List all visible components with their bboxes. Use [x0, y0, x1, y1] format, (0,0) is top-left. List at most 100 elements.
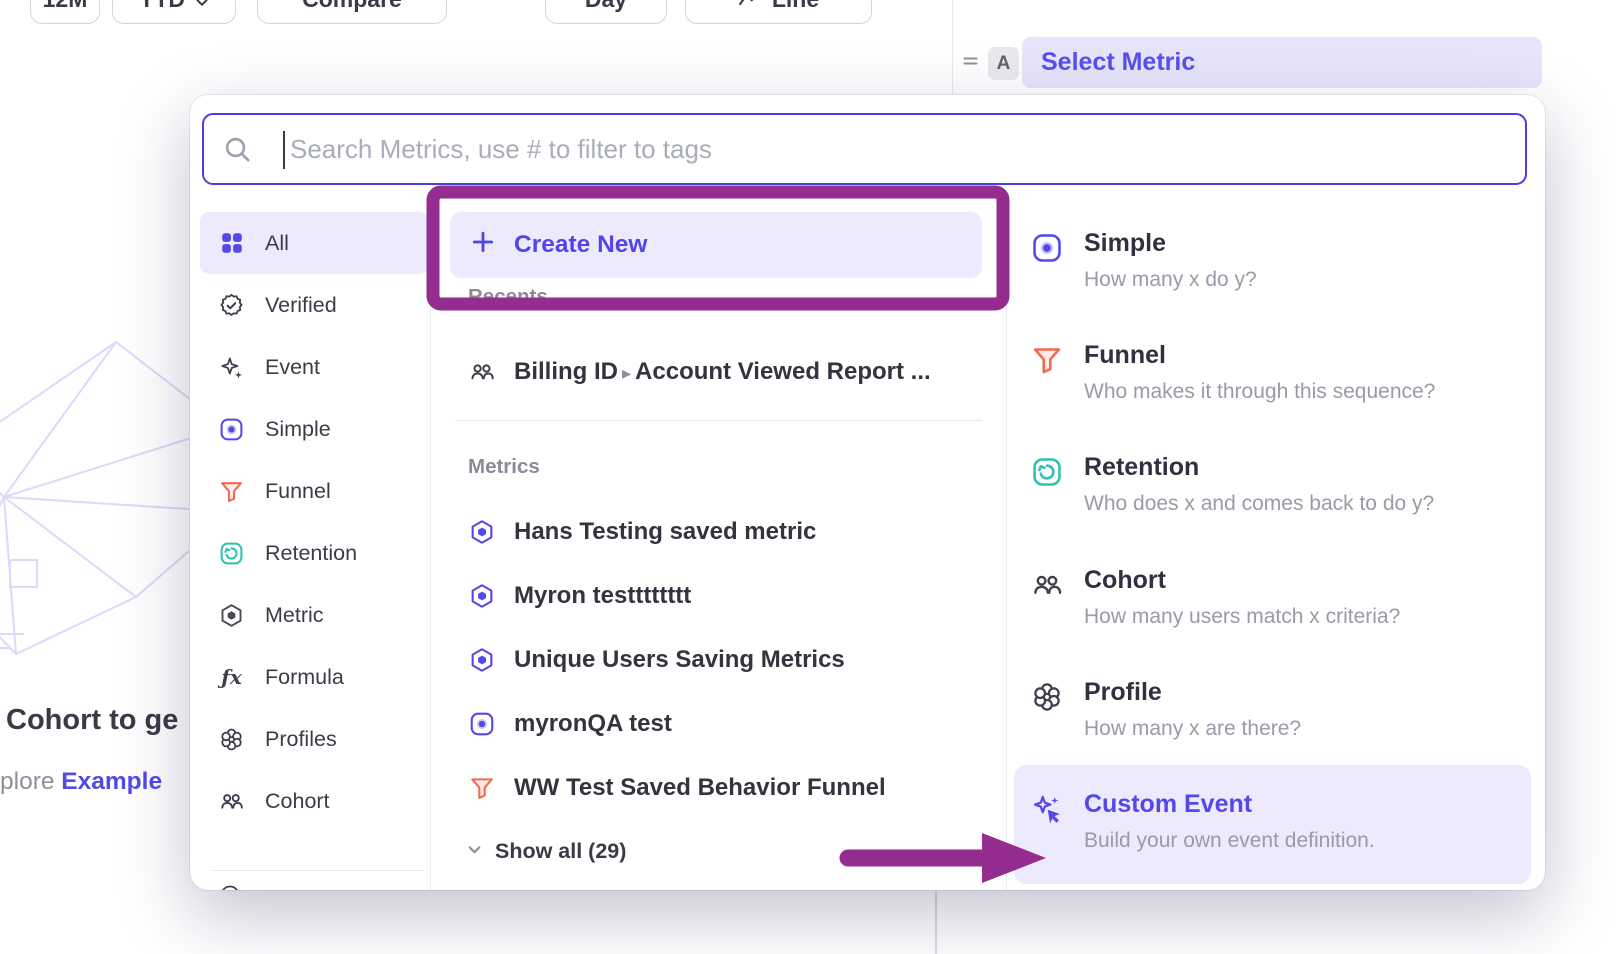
type-title: Retention: [1084, 452, 1434, 482]
metric-list-item[interactable]: Unique Users Saving Metrics: [468, 630, 845, 690]
create-new-button[interactable]: Create New: [450, 212, 982, 278]
sidebar-item-cohort[interactable]: Cohort: [200, 770, 428, 832]
metric-item-label: Hans Testing saved metric: [514, 518, 816, 546]
funnel-icon: [1029, 342, 1065, 378]
compare-label: Compare: [302, 0, 402, 13]
sidebar-item-formula[interactable]: ƒx Formula: [200, 646, 428, 708]
range-12m-button[interactable]: 12M: [30, 0, 100, 24]
profiles-flower-icon: [1029, 679, 1065, 715]
sidebar-item-retention[interactable]: Retention: [200, 522, 428, 584]
drag-handle-icon[interactable]: [962, 52, 980, 75]
plus-icon: [470, 229, 496, 262]
hexagon-metric-icon: [218, 602, 245, 629]
funnel-icon: [218, 478, 245, 505]
type-title: Custom Event: [1084, 789, 1375, 819]
example-link[interactable]: Example: [61, 768, 162, 795]
retention-icon: [218, 540, 245, 567]
metric-list-item[interactable]: Hans Testing saved metric: [468, 502, 816, 562]
type-title: Simple: [1084, 228, 1257, 258]
sidebar-item-label: Retention: [265, 541, 357, 566]
sidebar-item-metric[interactable]: Metric: [200, 584, 428, 646]
column-divider: [1006, 212, 1007, 890]
grid-icon: [218, 230, 245, 257]
type-description: Who does x and comes back to do y?: [1084, 491, 1434, 516]
hexagon-metric-icon: [468, 582, 496, 610]
cohort-people-icon: [218, 788, 245, 815]
metric-row-badge-label: A: [997, 53, 1011, 75]
interval-label: Day: [585, 0, 627, 13]
metric-row-badge: A: [988, 47, 1019, 80]
recent-item[interactable]: Billing ID▸Account Viewed Report ...: [468, 342, 931, 402]
type-option-funnel[interactable]: Funnel Who makes it through this sequenc…: [1029, 340, 1509, 404]
type-title: Cohort: [1084, 565, 1400, 595]
metric-list-item[interactable]: WW Test Saved Behavior Funnel: [468, 758, 886, 818]
app-screen: 12M YTD Compare Day Line A Select Metric…: [0, 0, 1616, 954]
interval-day-button[interactable]: Day: [545, 0, 667, 24]
sidebar-item-label: Event: [265, 355, 320, 380]
type-description: Build your own event definition.: [1084, 828, 1375, 853]
cohort-people-icon: [1029, 567, 1065, 603]
range-12m-label: 12M: [43, 0, 88, 13]
type-title: Funnel: [1084, 340, 1435, 370]
type-title: Profile: [1084, 677, 1301, 707]
type-description: Who makes it through this sequence?: [1084, 379, 1435, 404]
cohort-people-icon: [468, 358, 496, 386]
list-divider: [455, 420, 982, 421]
sidebar-item-label: Verified: [265, 293, 337, 318]
select-metric-label: Select Metric: [1041, 48, 1195, 77]
show-all-label: Show all (29): [495, 839, 626, 864]
text-caret: [283, 131, 285, 169]
metric-item-label: Unique Users Saving Metrics: [514, 646, 845, 674]
simple-metric-icon: [218, 416, 245, 443]
sidebar-item-simple[interactable]: Simple: [200, 398, 428, 460]
sidebar-item-label: Formula: [265, 665, 344, 690]
simple-metric-icon: [468, 710, 496, 738]
recents-header: Recents: [468, 285, 548, 309]
search-box: [202, 113, 1527, 185]
metric-item-label: myronQA test: [514, 710, 672, 738]
panel-divider: [952, 0, 953, 95]
sidebar-item-label: Cohort: [265, 789, 330, 814]
chart-type-label: Line: [772, 0, 819, 13]
show-all-toggle[interactable]: Show all (29): [466, 835, 626, 867]
empty-state-headline: Cohort to ge: [6, 704, 178, 737]
chart-type-line-button[interactable]: Line: [685, 0, 872, 24]
profiles-flower-icon: [218, 726, 245, 753]
range-ytd-button[interactable]: YTD: [112, 0, 236, 24]
sidebar-item-label: Profiles: [265, 727, 337, 752]
type-description: How many users match x criteria?: [1084, 604, 1400, 629]
type-option-simple[interactable]: Simple How many x do y?: [1029, 228, 1509, 292]
type-option-cohort[interactable]: Cohort How many users match x criteria?: [1029, 565, 1509, 629]
type-option-custom-event[interactable]: Custom Event Build your own event defini…: [1029, 789, 1509, 853]
empty-state-subline-text: plore: [0, 768, 61, 795]
range-ytd-label: YTD: [139, 0, 185, 13]
custom-event-sparkle-icon: [1029, 791, 1065, 827]
recent-item-label: Billing ID▸Account Viewed Report ...: [514, 358, 931, 386]
metric-list-item[interactable]: myronQA test: [468, 694, 672, 754]
type-option-profile[interactable]: Profile How many x are there?: [1029, 677, 1509, 741]
sidebar-item-event[interactable]: Event: [200, 336, 428, 398]
sidebar-item-all[interactable]: All: [200, 212, 428, 274]
funnel-icon: [468, 774, 496, 802]
sidebar-item-label: Simple: [265, 417, 331, 442]
select-metric-button[interactable]: Select Metric: [1022, 37, 1542, 88]
formula-icon: ƒx: [218, 664, 245, 691]
sidebar-item-profiles[interactable]: Profiles: [200, 708, 428, 770]
type-description: How many x are there?: [1084, 716, 1301, 741]
sidebar-item-label: Funnel: [265, 479, 331, 504]
sidebar-item-funnel[interactable]: Funnel: [200, 460, 428, 522]
event-sparkle-icon: [218, 354, 245, 381]
search-input[interactable]: [204, 115, 1525, 183]
metric-list-item[interactable]: Myron testttttttt: [468, 566, 691, 626]
breadcrumb-arrow-icon: ▸: [622, 363, 631, 383]
sidebar-partial-item-icon: [218, 883, 242, 890]
compare-button[interactable]: Compare: [257, 0, 447, 24]
type-option-retention[interactable]: Retention Who does x and comes back to d…: [1029, 452, 1509, 516]
canvas-divider: [935, 888, 937, 954]
metric-item-label: Myron testttttttt: [514, 582, 691, 610]
sidebar-item-verified[interactable]: Verified: [200, 274, 428, 336]
empty-state-subline: plore Example: [0, 768, 162, 796]
retention-icon: [1029, 454, 1065, 490]
line-chart-icon: [738, 0, 762, 13]
metrics-header: Metrics: [468, 455, 540, 479]
